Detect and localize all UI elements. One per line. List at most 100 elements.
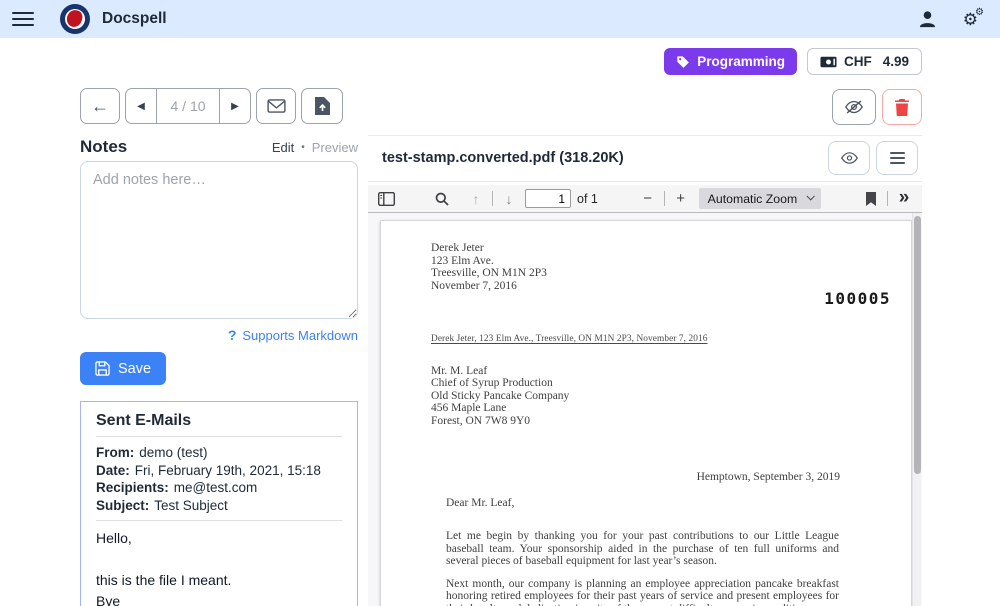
email-field-value: Fri, February 19th, 2021, 15:18 bbox=[135, 463, 321, 478]
next-item-button[interactable]: ▶ bbox=[220, 89, 250, 123]
tab-separator: • bbox=[301, 142, 305, 153]
pdf-file-title: test-stamp.converted.pdf (318.20K) bbox=[382, 150, 624, 166]
app-title: Docspell bbox=[102, 10, 167, 28]
save-button[interactable]: Save bbox=[80, 352, 166, 385]
trash-icon bbox=[895, 99, 909, 116]
pdf-scrollbar[interactable] bbox=[912, 213, 921, 606]
money-icon bbox=[820, 56, 837, 68]
caret-left-icon: ◀ bbox=[137, 101, 145, 112]
sender-line: Treesville, ON M1N 2P3 bbox=[431, 267, 911, 280]
question-mark-icon: ? bbox=[228, 327, 237, 343]
file-upload-icon bbox=[315, 97, 330, 115]
chevron-down-icon bbox=[807, 192, 815, 200]
markdown-hint-link[interactable]: ? Supports Markdown bbox=[80, 327, 358, 343]
email-body-line: this is the file I meant. bbox=[96, 570, 342, 591]
letter-reference-line: Derek Jeter, 123 Elm Ave., Treesville, O… bbox=[431, 333, 911, 346]
recipient-line: Forest, ON 7W8 9Y0 bbox=[431, 415, 911, 428]
item-nav-row: ← ◀ 4 / 10 ▶ bbox=[80, 88, 358, 124]
eye-icon bbox=[840, 151, 859, 165]
email-body-line bbox=[96, 549, 342, 570]
tag-icon bbox=[676, 55, 690, 69]
hamburger-menu-icon[interactable] bbox=[12, 12, 34, 27]
caret-right-icon: ▶ bbox=[231, 101, 239, 112]
email-field-recipients: Recipients: me@test.com bbox=[96, 479, 342, 497]
letter-sender-block: Derek Jeter 123 Elm Ave. Treesville, ON … bbox=[431, 242, 911, 292]
tag-badge-label: Programming bbox=[697, 54, 785, 69]
page-number-input[interactable] bbox=[525, 189, 571, 208]
toolbar-separator bbox=[492, 191, 493, 206]
sent-emails-card: Sent E-Mails From: demo (test) Date: Fri, … bbox=[80, 401, 358, 606]
zoom-level-select[interactable]: Automatic Zoom bbox=[699, 188, 822, 209]
tag-badge[interactable]: Programming bbox=[664, 48, 797, 75]
more-tools-button[interactable]: » bbox=[892, 188, 916, 210]
pdf-scrollbar-thumb[interactable] bbox=[914, 216, 921, 474]
back-arrow-button[interactable]: ← bbox=[80, 88, 120, 124]
envelope-icon bbox=[267, 99, 286, 113]
recipient-line: Old Sticky Pancake Company bbox=[431, 390, 911, 403]
pdf-viewer: Derek Jeter 123 Elm Ave. Treesville, ON … bbox=[368, 213, 922, 606]
sender-line: Derek Jeter bbox=[431, 242, 911, 255]
email-field-subject: Subject: Test Subject bbox=[96, 497, 342, 515]
email-body-line: Hello, bbox=[96, 528, 342, 549]
next-page-button[interactable]: ↓ bbox=[497, 188, 521, 210]
currency-badge[interactable]: CHF 4.99 bbox=[807, 48, 922, 75]
sender-line: 123 Elm Ave. bbox=[431, 255, 911, 268]
recipient-line: Chief of Syrup Production bbox=[431, 377, 911, 390]
letter-recipient-block: Mr. M. Leaf Chief of Syrup Production Ol… bbox=[431, 365, 911, 428]
toolbar-separator bbox=[664, 191, 665, 206]
file-menu-button[interactable] bbox=[876, 141, 918, 175]
item-pager: ◀ 4 / 10 ▶ bbox=[125, 88, 251, 124]
zoom-in-button[interactable]: + bbox=[669, 188, 693, 210]
save-button-label: Save bbox=[118, 361, 151, 377]
currency-label: CHF bbox=[844, 54, 872, 69]
notes-title: Notes bbox=[80, 137, 127, 157]
hide-preview-button[interactable] bbox=[832, 89, 876, 125]
item-position-indicator: 4 / 10 bbox=[156, 89, 220, 123]
email-field-value: me@test.com bbox=[174, 480, 257, 495]
docspell-logo bbox=[60, 4, 90, 34]
email-field-from: From: demo (test) bbox=[96, 444, 342, 462]
email-field-value: demo (test) bbox=[139, 445, 207, 460]
pdf-toolbar: ↑ ↓ of 1 − + Automatic Zoom bbox=[368, 185, 922, 213]
floppy-disk-icon bbox=[95, 361, 110, 376]
email-field-value: Test Subject bbox=[154, 498, 228, 513]
sidebar-toggle-button[interactable] bbox=[374, 188, 398, 210]
letter-paragraph: Next month, our company is planning an e… bbox=[446, 578, 839, 606]
pdf-page: Derek Jeter 123 Elm Ave. Treesville, ON … bbox=[380, 220, 912, 606]
letter-paragraph: Let me begin by thanking you for your pa… bbox=[446, 530, 839, 568]
notes-edit-tab[interactable]: Edit bbox=[272, 140, 294, 155]
send-mail-button[interactable] bbox=[256, 88, 296, 124]
email-field-label: From: bbox=[96, 445, 134, 460]
email-field-label: Date: bbox=[96, 463, 130, 478]
notes-preview-tab[interactable]: Preview bbox=[312, 140, 358, 155]
zoom-out-button[interactable]: − bbox=[636, 188, 660, 210]
eye-slash-icon bbox=[844, 99, 864, 115]
stamp-number: 100005 bbox=[824, 293, 891, 306]
bookmark-icon[interactable] bbox=[859, 188, 883, 210]
toolbar-separator bbox=[887, 191, 888, 206]
delete-item-button[interactable] bbox=[882, 89, 922, 125]
letter-dateline: Hemptown, September 3, 2019 bbox=[381, 471, 911, 484]
recipient-line: 456 Maple Lane bbox=[431, 402, 911, 415]
currency-amount: 4.99 bbox=[883, 54, 909, 69]
email-field-label: Recipients: bbox=[96, 480, 169, 495]
prev-item-button[interactable]: ◀ bbox=[126, 89, 156, 123]
previous-page-button[interactable]: ↑ bbox=[464, 188, 488, 210]
view-file-button[interactable] bbox=[828, 141, 870, 175]
pdf-panel: test-stamp.converted.pdf (318.20K) bbox=[368, 135, 922, 606]
user-icon[interactable] bbox=[918, 10, 937, 29]
recipient-line: Mr. M. Leaf bbox=[431, 365, 911, 378]
zoom-level-value: Automatic Zoom bbox=[708, 192, 798, 206]
settings-gears-icon[interactable]: ⚙⚙ bbox=[963, 11, 978, 28]
add-file-button[interactable] bbox=[301, 88, 343, 124]
item-actions-row bbox=[368, 89, 922, 125]
menu-icon bbox=[890, 152, 905, 164]
notes-textarea[interactable] bbox=[80, 161, 358, 319]
sent-emails-title: Sent E-Mails bbox=[96, 412, 342, 436]
email-field-label: Subject: bbox=[96, 498, 149, 513]
topbar: Docspell ⚙⚙ bbox=[0, 0, 1000, 38]
search-icon[interactable] bbox=[430, 188, 454, 210]
letter-salutation: Dear Mr. Leaf, bbox=[446, 497, 911, 510]
page-count-label: of 1 bbox=[577, 192, 598, 206]
markdown-hint-label: Supports Markdown bbox=[242, 328, 358, 343]
